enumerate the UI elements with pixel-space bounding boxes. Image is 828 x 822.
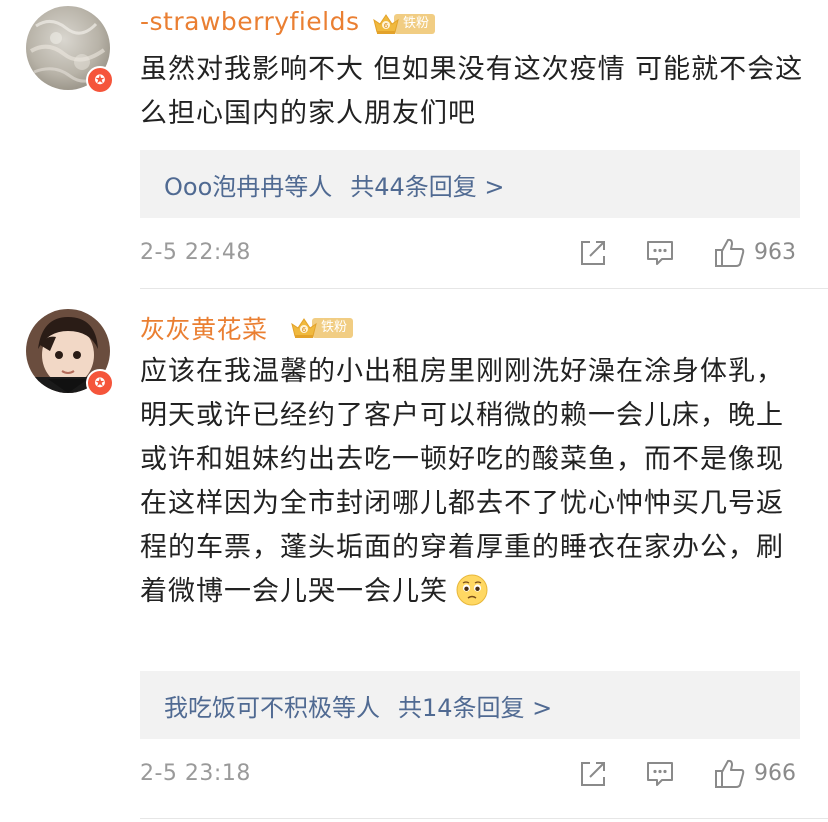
replies-count-link[interactable]: 共44条回复 > — [350, 167, 504, 202]
thumbs-up-icon[interactable] — [713, 757, 747, 791]
pleading-face-emoji — [456, 574, 488, 606]
timestamp: 2-5 22:48 — [140, 240, 251, 265]
svg-text:6: 6 — [302, 326, 307, 334]
replies-box[interactable]: Ooo泡冉冉等人 共44条回复 > — [140, 150, 800, 218]
timestamp: 2-5 23:18 — [140, 761, 251, 786]
share-icon[interactable] — [578, 759, 608, 789]
comment-icon[interactable] — [645, 238, 675, 268]
comment-meta: 2-5 23:18 966 — [140, 755, 800, 795]
replies-users[interactable]: Ooo泡冉冉等人 — [164, 167, 332, 202]
comment-text-body: 应该在我温馨的小出租房里刚刚洗好澡在涂身体乳，明天或许已经约了客户可以稍微的赖一… — [140, 356, 784, 607]
username[interactable]: -strawberryfields — [140, 7, 360, 36]
user-badge-icon: ✪ — [86, 66, 114, 94]
fan-badge-label: 铁粉 — [312, 318, 354, 338]
crown-icon: 6 — [373, 14, 399, 34]
replies-box[interactable]: 我吃饭可不积极等人 共14条回复 > — [140, 671, 800, 739]
comment-text: 虽然对我影响不大 但如果没有这次疫情 可能就不会这么担心国内的家人朋友们吧 — [140, 54, 804, 129]
divider — [140, 818, 828, 819]
comment-feed: ✪ -strawberryfields 6 铁粉 虽然对我影响不大 但如果没有这… — [0, 0, 828, 822]
svg-text:6: 6 — [384, 22, 389, 30]
like-count: 966 — [754, 761, 796, 786]
comment-item: ✪ 灰灰黄花菜 6 铁粉 应该在我温馨的小出租房里刚刚洗好澡在涂身体乳，明天或许… — [0, 289, 828, 822]
comment-icon[interactable] — [645, 759, 675, 789]
fan-badge: 6 铁粉 — [290, 316, 354, 340]
fan-badge: 6 铁粉 — [372, 12, 436, 36]
replies-count-link[interactable]: 共14条回复 > — [398, 688, 552, 723]
fan-badge-label: 铁粉 — [394, 14, 436, 34]
thumbs-up-icon[interactable] — [713, 236, 747, 270]
comment-item: ✪ -strawberryfields 6 铁粉 虽然对我影响不大 但如果没有这… — [0, 0, 828, 288]
comment-meta: 2-5 22:48 963 — [140, 234, 800, 274]
crown-icon: 6 — [291, 318, 317, 338]
user-badge-icon: ✪ — [86, 369, 114, 397]
comment-text: 应该在我温馨的小出租房里刚刚洗好澡在涂身体乳，明天或许已经约了客户可以稍微的赖一… — [140, 350, 810, 614]
like-count: 963 — [754, 240, 796, 265]
replies-users[interactable]: 我吃饭可不积极等人 — [164, 688, 380, 723]
share-icon[interactable] — [578, 238, 608, 268]
username[interactable]: 灰灰黄花菜 — [140, 310, 268, 346]
